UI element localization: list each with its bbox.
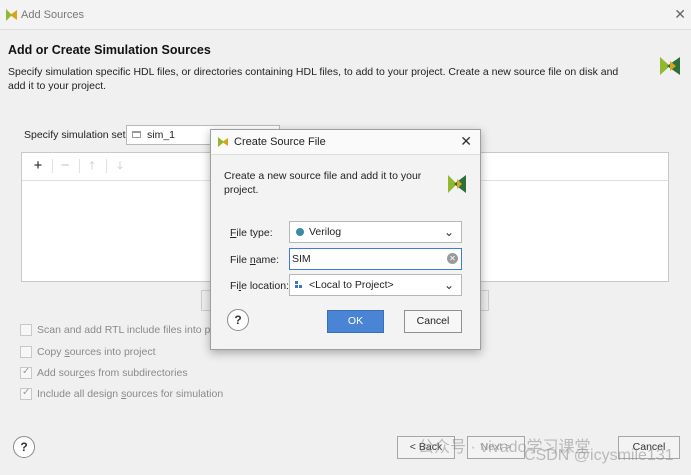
close-icon[interactable]: ✕ xyxy=(460,133,472,150)
include-design-sources-checkbox[interactable]: Include all design sources for simulatio… xyxy=(20,387,224,400)
file-type-select[interactable]: Verilog ⌄ xyxy=(289,221,462,243)
checkbox[interactable] xyxy=(20,387,32,400)
chevron-down-icon: ⌄ xyxy=(443,225,454,239)
file-name-input[interactable]: SIM ✕ xyxy=(289,248,462,270)
window-title: Add Sources xyxy=(21,9,84,21)
simulation-set-label: Specify simulation set: xyxy=(24,129,129,141)
page-description: Specify simulation specific HDL files, o… xyxy=(8,66,619,92)
dialog-help-button[interactable]: ? xyxy=(227,309,249,331)
checkbox[interactable] xyxy=(20,346,32,358)
add-subdirectories-checkbox[interactable]: Add sources from subdirectories xyxy=(20,366,188,379)
chevron-down-icon: ⌄ xyxy=(443,278,454,292)
toolbar-divider xyxy=(106,159,107,173)
toolbar-divider xyxy=(79,159,80,173)
location-icon xyxy=(295,281,303,289)
close-icon[interactable]: ✕ xyxy=(674,6,686,23)
page-header: Add or Create Simulation Sources Specify… xyxy=(0,31,691,109)
move-down-button[interactable]: 🡓 xyxy=(110,156,130,176)
file-name-value: SIM xyxy=(292,253,311,265)
toolbar-divider xyxy=(52,159,53,173)
dialog-cancel-button[interactable]: Cancel xyxy=(404,310,462,333)
move-up-button[interactable]: 🡑 xyxy=(82,156,102,176)
file-location-select[interactable]: <Local to Project> ⌄ xyxy=(289,274,462,296)
vivado-logo-icon xyxy=(660,57,680,75)
scan-rtl-checkbox[interactable]: Scan and add RTL include files into proj… xyxy=(20,324,228,336)
verilog-icon xyxy=(296,228,304,236)
help-button[interactable]: ? xyxy=(13,436,35,458)
add-files-button[interactable]: + xyxy=(28,156,48,176)
page-title: Add or Create Simulation Sources xyxy=(8,43,211,57)
watermark-text: CSDN @icysmile131 xyxy=(524,447,674,464)
simulation-set-value: sim_1 xyxy=(147,129,176,141)
checkbox-label: Scan and add RTL include files into proj… xyxy=(37,324,228,336)
dialog-titlebar: Create Source File ✕ xyxy=(211,130,480,155)
file-location-value: <Local to Project> xyxy=(309,279,394,291)
dialog-description: Create a new source file and add it to y… xyxy=(224,170,422,196)
checkbox-label: Copy sources into project xyxy=(37,346,156,358)
clear-input-icon[interactable]: ✕ xyxy=(447,253,458,264)
checkbox-label: Include all design sources for simulatio… xyxy=(37,388,224,400)
copy-sources-checkbox[interactable]: Copy sources into project xyxy=(20,346,155,358)
checkbox-label: Add sources from subdirectories xyxy=(37,367,188,379)
checkbox[interactable] xyxy=(20,324,32,336)
checkbox[interactable] xyxy=(20,366,32,379)
vivado-logo-icon xyxy=(218,137,228,147)
vivado-logo-icon xyxy=(6,9,17,21)
ok-button[interactable]: OK xyxy=(327,310,384,333)
file-location-label: File location: xyxy=(230,280,289,292)
window-titlebar: Add Sources ✕ xyxy=(0,0,691,30)
folder-icon xyxy=(132,131,141,138)
vivado-logo-icon xyxy=(448,175,466,193)
create-source-file-dialog: Create Source File ✕ Create a new source… xyxy=(210,129,481,350)
remove-files-button[interactable]: − xyxy=(55,156,75,176)
dialog-title: Create Source File xyxy=(234,136,326,148)
file-name-label: File name: xyxy=(230,254,280,266)
file-type-label: File type: xyxy=(230,227,273,239)
file-type-value: Verilog xyxy=(309,226,342,238)
